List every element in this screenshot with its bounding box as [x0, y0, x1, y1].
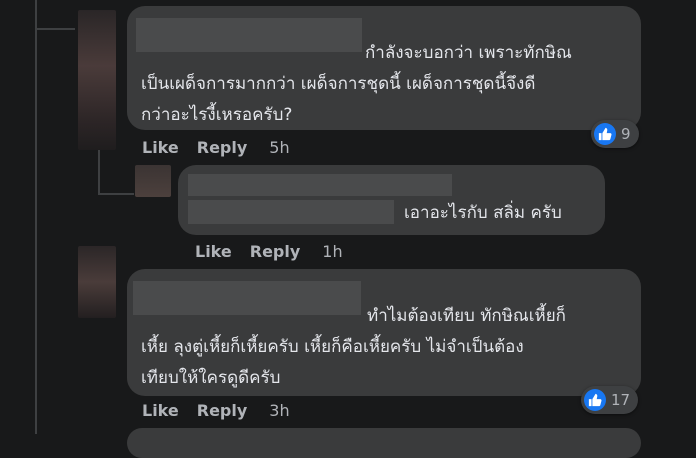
avatar[interactable]: [78, 10, 116, 150]
reaction-count: 9: [621, 125, 631, 143]
like-button[interactable]: Like: [142, 401, 179, 420]
like-button[interactable]: Like: [195, 242, 232, 261]
avatar[interactable]: [78, 246, 116, 318]
thumbs-up-icon: [594, 123, 616, 145]
comment-bubble: [127, 428, 641, 458]
reply-button[interactable]: Reply: [250, 242, 301, 261]
thread-line-main: [35, 0, 37, 434]
comment-actions: Like Reply 1h: [195, 242, 343, 261]
comment-bubble: กำลังจะบอกว่า เพราะทักษิณ เป็นเผด็จการมา…: [127, 6, 641, 130]
reaction-badge[interactable]: 17: [581, 386, 638, 414]
reply-bubble: เอาอะไรกับ สลิ่ม ครับ: [178, 165, 605, 235]
commenter-name[interactable]: [188, 174, 452, 196]
comment-text: กำลังจะบอกว่า เพราะทักษิณ เป็นเผด็จการมา…: [141, 43, 572, 125]
reaction-badge[interactable]: 9: [591, 120, 639, 148]
reply-button[interactable]: Reply: [197, 401, 248, 420]
like-button[interactable]: Like: [142, 138, 179, 157]
commenter-name: [188, 200, 394, 224]
thread-line-top: [37, 28, 75, 30]
comment-timestamp[interactable]: 5h: [269, 138, 289, 157]
comment-bubble: ทำไมต้องเทียบ ทักษิณเหี้ยก็ เหี้ย ลุงตู่…: [127, 269, 641, 396]
thumbs-up-icon: [584, 389, 606, 411]
avatar[interactable]: [135, 165, 171, 197]
comment-actions: Like Reply 5h: [142, 138, 290, 157]
comment-timestamp[interactable]: 1h: [322, 242, 342, 261]
reply-button[interactable]: Reply: [197, 138, 248, 157]
comment-text: เอาอะไรกับ สลิ่ม ครับ: [404, 203, 562, 223]
thread-line-reply-branch: [100, 193, 134, 195]
reaction-count: 17: [611, 391, 631, 409]
thread-line-reply: [98, 150, 100, 195]
comment-text: ทำไมต้องเทียบ ทักษิณเหี้ยก็ เหี้ย ลุงตู่…: [141, 306, 566, 388]
comment-actions: Like Reply 3h: [142, 401, 290, 420]
comment-timestamp[interactable]: 3h: [269, 401, 289, 420]
